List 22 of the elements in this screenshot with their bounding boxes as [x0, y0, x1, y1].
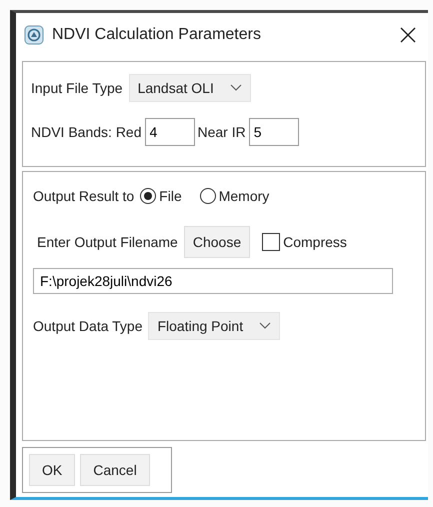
dialog-button[interactable]: OK [29, 454, 76, 486]
near-ir-label: Near IR [198, 124, 246, 140]
window-title: NDVI Calculation Parameters [52, 26, 262, 44]
data-type-dropdown[interactable]: Floating Point [148, 312, 280, 340]
caret-icon [259, 322, 272, 330]
output-filename-field[interactable]: F:\projek28juli\ndvi26 [33, 268, 393, 294]
input-file-type-label: Input File Type [31, 80, 123, 96]
output-filename-label: Enter Output Filename [37, 234, 178, 250]
app-icon [24, 25, 44, 45]
near-ir-band-field[interactable]: 5 [248, 118, 299, 146]
close-icon[interactable] [400, 27, 416, 43]
caret-icon [230, 84, 242, 92]
output-data-type-label: Output Data Type [33, 318, 142, 334]
dialog-button[interactable]: Cancel [80, 454, 150, 486]
file-type-dropdown[interactable]: Landsat OLI [128, 74, 251, 102]
choose-button[interactable]: Choose [184, 226, 250, 258]
ndvi-bands-label: NDVI Bands: Red [31, 124, 142, 140]
output-result-label: Output Result to [33, 188, 134, 204]
compress-checkbox[interactable]: Compress [256, 233, 347, 251]
first-band-field[interactable]: 4 [144, 118, 194, 146]
radio-option[interactable]: Memory [200, 188, 270, 204]
radio-option[interactable]: File [140, 188, 182, 204]
